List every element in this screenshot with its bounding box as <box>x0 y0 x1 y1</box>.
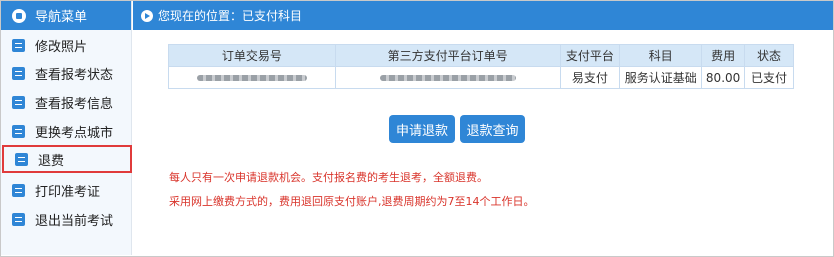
order-id-cell <box>168 66 336 89</box>
column-header: 费用 <box>701 44 746 67</box>
list-icon <box>12 212 25 226</box>
platform-cell: 易支付 <box>559 66 621 89</box>
list-icon <box>12 38 25 52</box>
column-header: 订单交易号 <box>168 44 336 67</box>
sidebar-item-print-admission[interactable]: 打印准考证 <box>1 176 132 204</box>
refund-notice-1: 每人只有一次申请退款机会。支付报名费的考生退考，全额退费。 <box>169 171 488 184</box>
sidebar-item-exit-exam[interactable]: 退出当前考试 <box>1 205 132 233</box>
sidebar-item-label: 更换考点城市 <box>35 125 114 141</box>
sidebar-item-label: 修改照片 <box>35 39 88 55</box>
sidebar-item-label: 打印准考证 <box>35 184 101 200</box>
sidebar-header: 导航菜单 <box>1 1 131 30</box>
table-row: 易支付 服务认证基础 80.00 已支付 <box>168 66 794 89</box>
location-text: 您现在的位置：已支付科目 <box>158 9 303 23</box>
status-cell: 已支付 <box>744 66 794 89</box>
subject-cell: 服务认证基础 <box>619 66 703 89</box>
list-icon <box>12 124 25 138</box>
column-header: 支付平台 <box>559 44 621 67</box>
sidebar-item-edit-photo[interactable]: 修改照片 <box>1 31 132 59</box>
list-icon <box>12 95 25 109</box>
arrow-right-icon <box>141 9 153 22</box>
sidebar-item-label: 退出当前考试 <box>35 213 114 229</box>
redacted-third-party-order <box>379 75 516 81</box>
list-icon <box>15 152 28 166</box>
sidebar-item-exam-info[interactable]: 查看报考信息 <box>1 88 132 116</box>
list-icon <box>12 66 25 80</box>
sidebar-item-label: 查看报考信息 <box>35 96 114 112</box>
sidebar-header-label: 导航菜单 <box>35 10 88 25</box>
sidebar-item-exam-status[interactable]: 查看报考状态 <box>1 59 132 87</box>
column-header: 第三方支付平台订单号 <box>334 44 561 67</box>
refund-notice-2: 采用网上缴费方式的，费用退回原支付账户,退费周期约为7至14个工作日。 <box>169 195 535 208</box>
sidebar-item-refund[interactable]: 退费 <box>2 145 132 173</box>
sidebar-item-change-city[interactable]: 更换考点城市 <box>1 117 132 145</box>
redacted-order-id <box>196 75 307 81</box>
payment-table: 订单交易号 第三方支付平台订单号 支付平台 科目 费用 状态 易支付 服务认证基… <box>168 44 794 89</box>
fee-cell: 80.00 <box>701 66 746 89</box>
table-header-row: 订单交易号 第三方支付平台订单号 支付平台 科目 费用 状态 <box>168 44 794 67</box>
sidebar-item-label: 退费 <box>38 153 65 169</box>
menu-icon <box>12 8 26 23</box>
query-refund-button[interactable]: 退款查询 <box>460 115 525 143</box>
list-icon <box>12 183 25 197</box>
third-party-order-cell <box>334 66 561 89</box>
column-header: 科目 <box>619 44 703 67</box>
column-header: 状态 <box>744 44 794 67</box>
sidebar-item-label: 查看报考状态 <box>35 67 114 83</box>
apply-refund-button[interactable]: 申请退款 <box>389 115 455 143</box>
sidebar: 导航菜单 修改照片 查看报考状态 查看报考信息 更换考点城市 退费 打印准考证 … <box>1 1 132 255</box>
location-bar: 您现在的位置：已支付科目 <box>133 1 833 30</box>
